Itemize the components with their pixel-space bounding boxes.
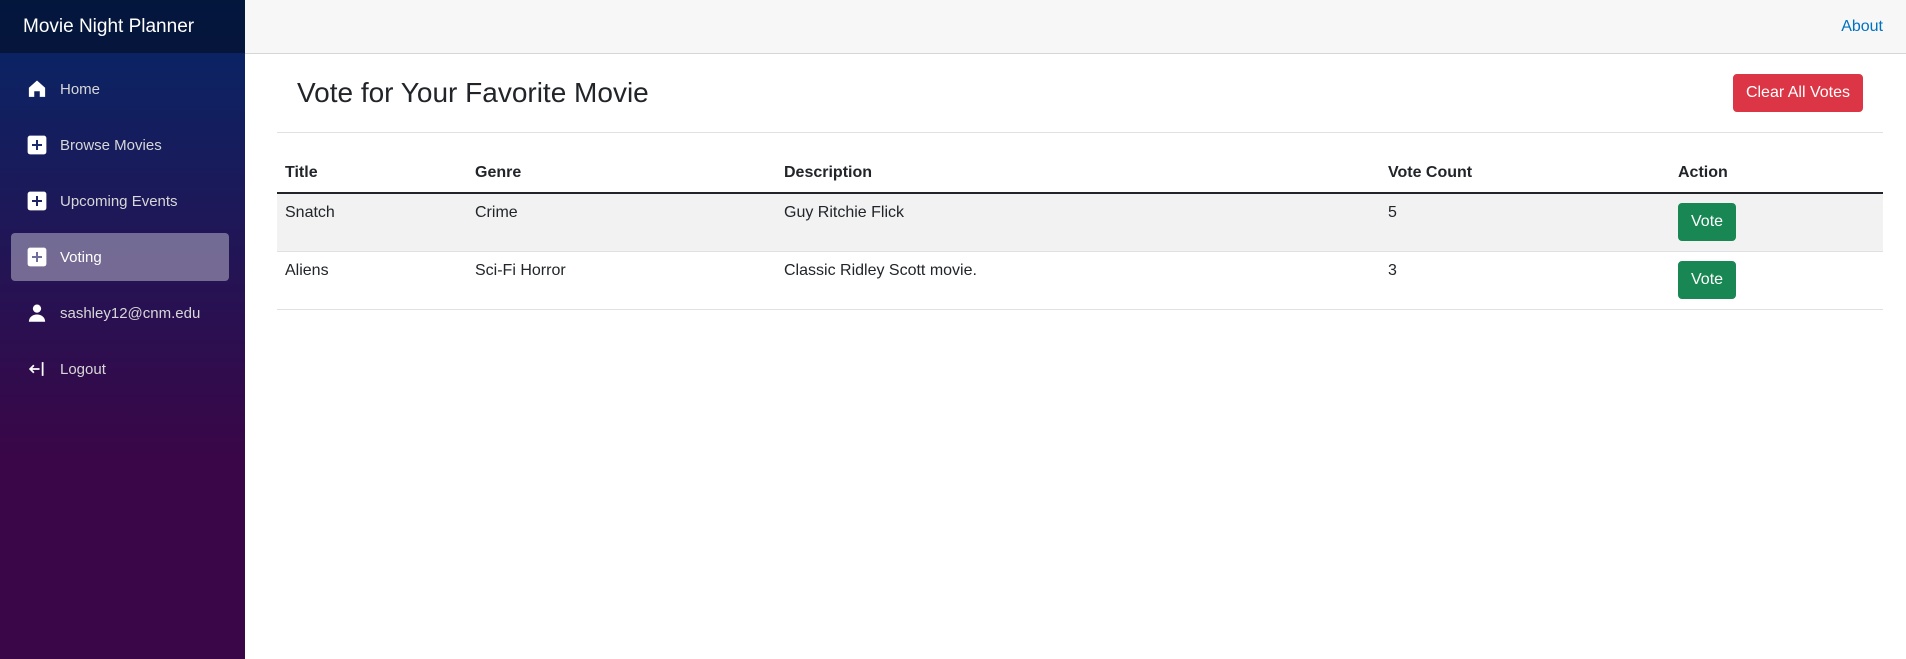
cell-description: Classic Ridley Scott movie. — [776, 251, 1380, 310]
cell-action: Vote — [1670, 251, 1883, 310]
cell-genre: Sci-Fi Horror — [467, 251, 776, 310]
column-header-vote-count: Vote Count — [1380, 153, 1670, 194]
column-header-title: Title — [277, 153, 467, 194]
app-title: Movie Night Planner — [23, 15, 195, 37]
person-icon — [27, 303, 47, 323]
sidebar-nav: Home Browse Movies Upcoming Events Votin… — [0, 53, 245, 393]
page-header: Vote for Your Favorite Movie Clear All V… — [277, 54, 1883, 133]
cell-title: Snatch — [277, 193, 467, 252]
sidebar-item-label: Browse Movies — [60, 136, 162, 154]
top-bar: About — [245, 0, 1906, 54]
sidebar-item-label: Logout — [60, 360, 106, 378]
sidebar-item-voting[interactable]: Voting — [11, 233, 229, 281]
plus-square-icon — [27, 247, 47, 267]
sidebar-item-browse-movies[interactable]: Browse Movies — [11, 121, 229, 169]
column-header-genre: Genre — [467, 153, 776, 194]
cell-description: Guy Ritchie Flick — [776, 193, 1380, 252]
column-header-action: Action — [1670, 153, 1883, 194]
sidebar: Movie Night Planner Home Browse Movies U… — [0, 0, 245, 659]
cell-vote-count: 5 — [1380, 193, 1670, 252]
sidebar-item-home[interactable]: Home — [11, 65, 229, 113]
home-icon — [27, 79, 47, 99]
vote-button[interactable]: Vote — [1678, 203, 1737, 241]
logout-icon — [27, 359, 47, 379]
clear-all-votes-button[interactable]: Clear All Votes — [1732, 74, 1863, 112]
main-area: About Vote for Your Favorite Movie Clear… — [245, 0, 1906, 659]
table-header-row: Title Genre Description Vote Count Actio… — [277, 153, 1883, 194]
table-row: Snatch Crime Guy Ritchie Flick 5 Vote — [277, 193, 1883, 252]
cell-vote-count: 3 — [1380, 251, 1670, 310]
cell-action: Vote — [1670, 193, 1883, 252]
cell-title: Aliens — [277, 251, 467, 310]
sidebar-item-label: Home — [60, 80, 101, 98]
app-root: Movie Night Planner Home Browse Movies U… — [0, 0, 1906, 659]
table-row: Aliens Sci-Fi Horror Classic Ridley Scot… — [277, 251, 1883, 310]
sidebar-item-label: Upcoming Events — [60, 192, 178, 210]
sidebar-item-logout[interactable]: Logout — [11, 345, 229, 393]
movies-table: Title Genre Description Vote Count Actio… — [277, 153, 1883, 310]
app-brand[interactable]: Movie Night Planner — [0, 0, 245, 53]
column-header-description: Description — [776, 153, 1380, 194]
sidebar-item-label: Voting — [60, 248, 102, 266]
page-title: Vote for Your Favorite Movie — [297, 77, 649, 108]
vote-button[interactable]: Vote — [1678, 261, 1737, 299]
sidebar-item-label: sashley12@cnm.edu — [60, 304, 201, 322]
cell-genre: Crime — [467, 193, 776, 252]
sidebar-item-upcoming-events[interactable]: Upcoming Events — [11, 177, 229, 225]
plus-square-icon — [27, 135, 47, 155]
page-content: Vote for Your Favorite Movie Clear All V… — [245, 54, 1906, 310]
about-link[interactable]: About — [1841, 18, 1883, 36]
sidebar-item-account[interactable]: sashley12@cnm.edu — [11, 289, 229, 337]
plus-square-icon — [27, 191, 47, 211]
